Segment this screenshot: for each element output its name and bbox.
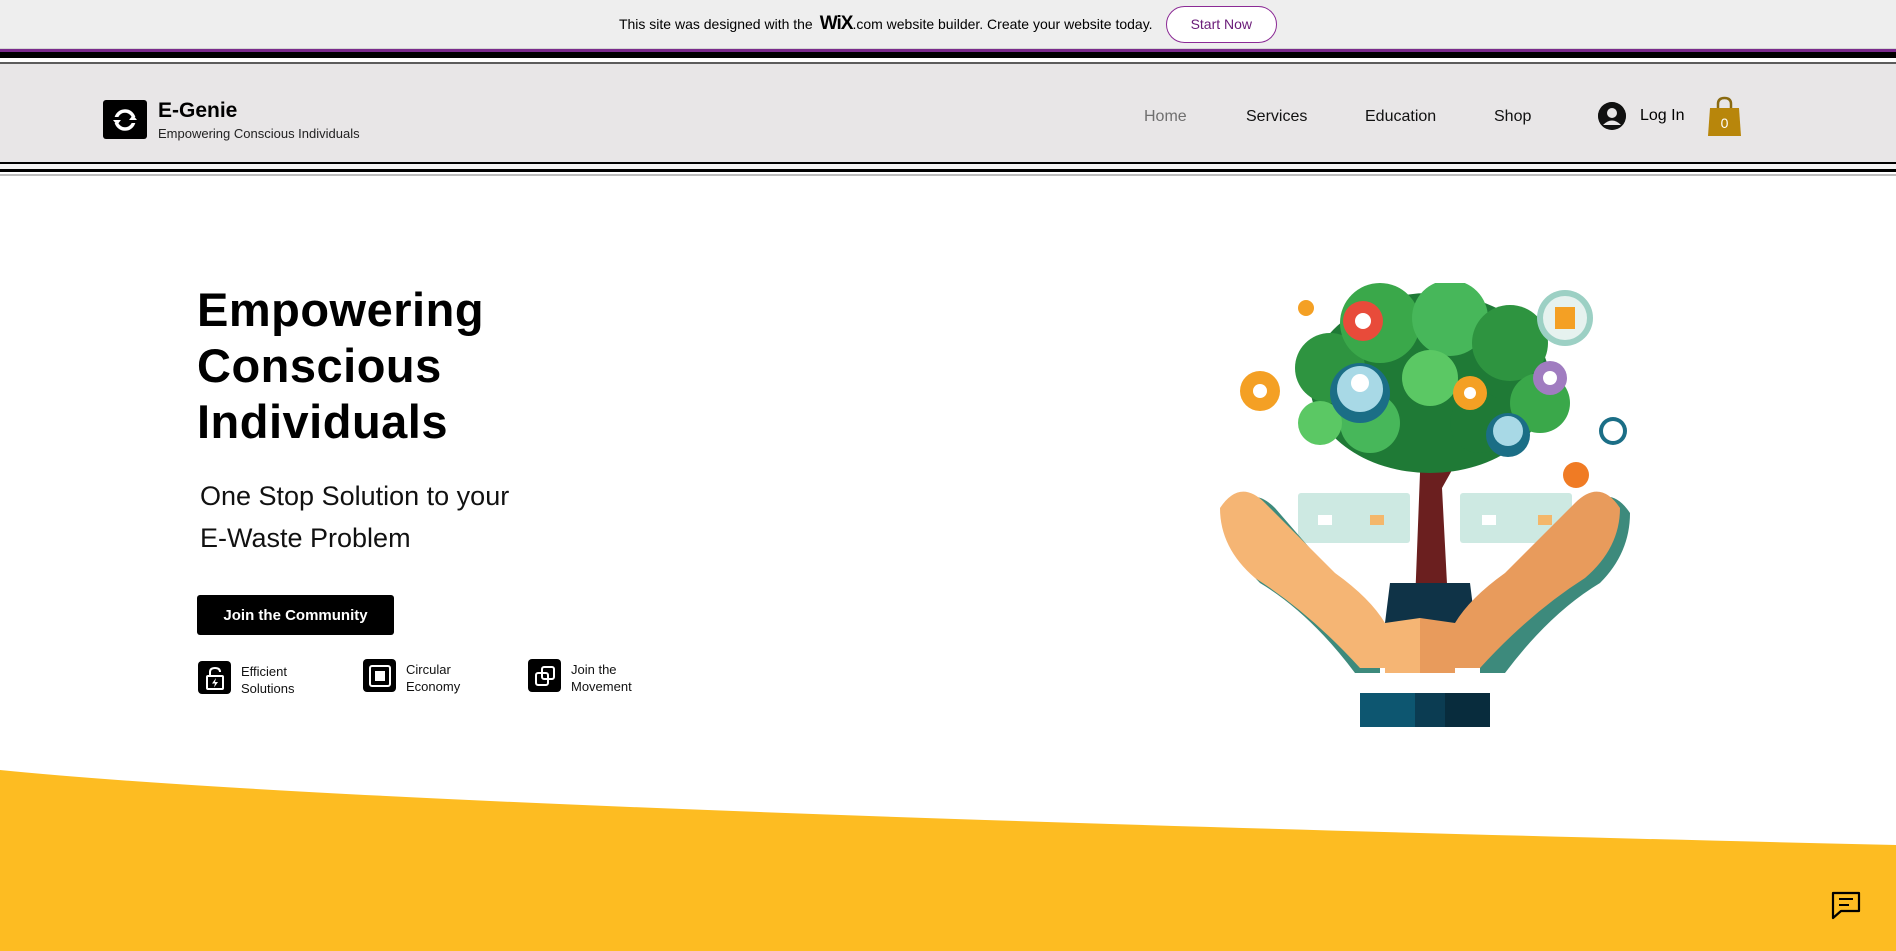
banner-divider-black (0, 52, 1896, 58)
lock-lightning-icon (198, 661, 231, 694)
feature-label-line1: Efficient (241, 664, 288, 679)
login-button[interactable]: Log In (1598, 102, 1684, 130)
nav-home[interactable]: Home (1144, 108, 1187, 126)
feature-label-line2: Solutions (241, 681, 295, 696)
hero-title: Empowering Conscious Individuals (197, 282, 484, 450)
login-label: Log In (1640, 107, 1685, 124)
hero-subtitle-line2: E-Waste Problem (200, 523, 411, 553)
nav-shop[interactable]: Shop (1494, 108, 1531, 126)
header-divider-thick (0, 169, 1896, 172)
banner-text-after: .com website builder. Create your websit… (852, 16, 1153, 32)
feature-label-line1: Circular (406, 662, 451, 677)
square-frame-icon (363, 659, 396, 692)
hero-subtitle: One Stop Solution to your E-Waste Proble… (200, 475, 509, 559)
nav-services[interactable]: Services (1246, 108, 1307, 126)
hands-tree-illustration (1220, 283, 1630, 727)
hero-title-line2: Conscious (197, 339, 442, 392)
feature-join-movement: Join the Movement (528, 659, 632, 695)
wix-logo: WiX (819, 13, 854, 34)
brand-tagline: Empowering Conscious Individuals (158, 126, 360, 141)
shopping-bag-icon[interactable]: 0 (1708, 96, 1741, 136)
feature-label-line2: Movement (571, 679, 632, 694)
header-divider-shadow (0, 174, 1896, 176)
feature-label-line1: Join the (571, 662, 617, 677)
user-avatar-icon (1598, 102, 1626, 130)
feature-circular-economy: Circular Economy (363, 659, 460, 695)
feature-efficient-solutions: Efficient Solutions (198, 661, 294, 697)
hero-title-line3: Individuals (197, 395, 448, 448)
cart-count: 0 (1721, 115, 1729, 131)
yellow-wave-section (0, 770, 1896, 951)
overlapping-squares-icon (528, 659, 561, 692)
refresh-cycle-icon[interactable] (103, 100, 147, 139)
banner-text-before: This site was designed with the (618, 16, 813, 32)
nav-education[interactable]: Education (1365, 108, 1436, 126)
wix-promo-banner: This site was designed with the WiX .com… (0, 0, 1896, 49)
feature-label-line2: Economy (406, 679, 461, 694)
hero-title-line1: Empowering (197, 283, 485, 336)
hero-subtitle-line1: One Stop Solution to your (200, 481, 510, 511)
start-now-button[interactable]: Start Now (1165, 5, 1278, 43)
brand-name[interactable]: E-Genie (158, 99, 237, 123)
chat-icon[interactable] (1830, 890, 1862, 920)
join-community-button[interactable]: Join the Community (197, 595, 394, 635)
